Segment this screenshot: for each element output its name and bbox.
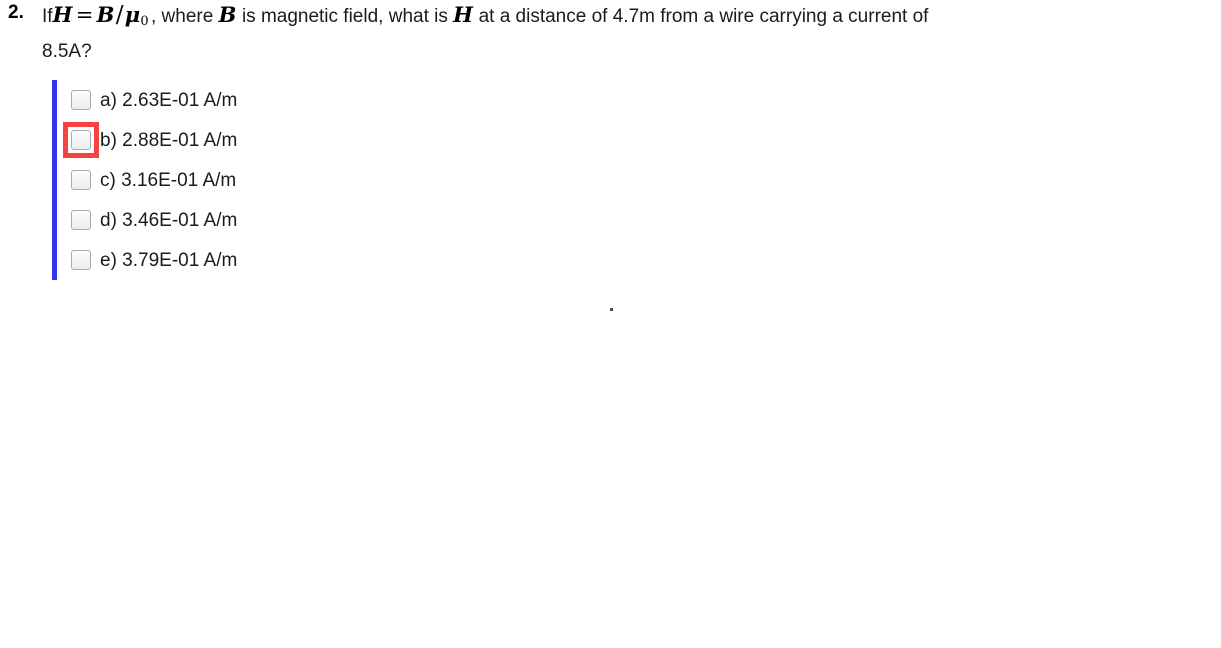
math-symbol-b-second: B <box>218 2 237 27</box>
math-symbol-b: B <box>96 2 115 27</box>
checkbox-option-d[interactable] <box>71 210 91 230</box>
math-symbol-mu: μ <box>124 2 141 27</box>
stray-dot-artifact <box>610 308 613 311</box>
option-row-e[interactable]: e) 3.79E-01 A/m <box>57 240 452 280</box>
option-row-d[interactable]: d) 3.46E-01 A/m <box>57 200 452 240</box>
answer-options-list: a) 2.63E-01 A/m b) 2.88E-01 A/m c) 3.16E… <box>52 80 452 280</box>
question-body: IfH = B/μ0, where B is magnetic field, wha… <box>42 0 1221 67</box>
question-mid-text: is magnetic field, what is <box>241 6 448 27</box>
math-operator-equals: = <box>75 3 94 27</box>
question-after-math-text: , where <box>151 6 214 27</box>
checkbox-option-a[interactable] <box>71 90 91 110</box>
question-page: 2. IfH = B/μ0, where B is magnetic field, … <box>0 0 1221 648</box>
question-line-2: 8.5A? <box>42 41 92 62</box>
option-row-b[interactable]: b) 2.88E-01 A/m <box>57 120 452 160</box>
math-operator-slash: / <box>115 2 124 28</box>
question-tail-text: at a distance of 4.7m from a wire carryi… <box>478 6 929 27</box>
question-line-1: IfH = B/μ0, where B is magnetic field, wha… <box>42 0 1221 37</box>
checkbox-option-e[interactable] <box>71 250 91 270</box>
question-number: 2. <box>8 2 24 23</box>
checkbox-option-b[interactable] <box>71 130 91 150</box>
option-row-a[interactable]: a) 2.63E-01 A/m <box>57 80 452 120</box>
math-symbol-h: H <box>52 2 73 27</box>
option-label-d: d) 3.46E-01 A/m <box>100 209 238 231</box>
math-symbol-h-second: H <box>453 2 474 27</box>
math-subscript-zero: 0 <box>140 14 149 29</box>
option-label-a: a) 2.63E-01 A/m <box>100 89 238 111</box>
option-label-b: b) 2.88E-01 A/m <box>100 129 238 151</box>
option-label-c: c) 3.16E-01 A/m <box>100 169 237 191</box>
question-intro-text: If <box>42 6 53 27</box>
math-expression-h-equals-b-over-mu0: H = B/μ0 <box>52 2 151 29</box>
checkbox-option-c[interactable] <box>71 170 91 190</box>
option-row-c[interactable]: c) 3.16E-01 A/m <box>57 160 452 200</box>
option-label-e: e) 3.79E-01 A/m <box>100 249 238 271</box>
